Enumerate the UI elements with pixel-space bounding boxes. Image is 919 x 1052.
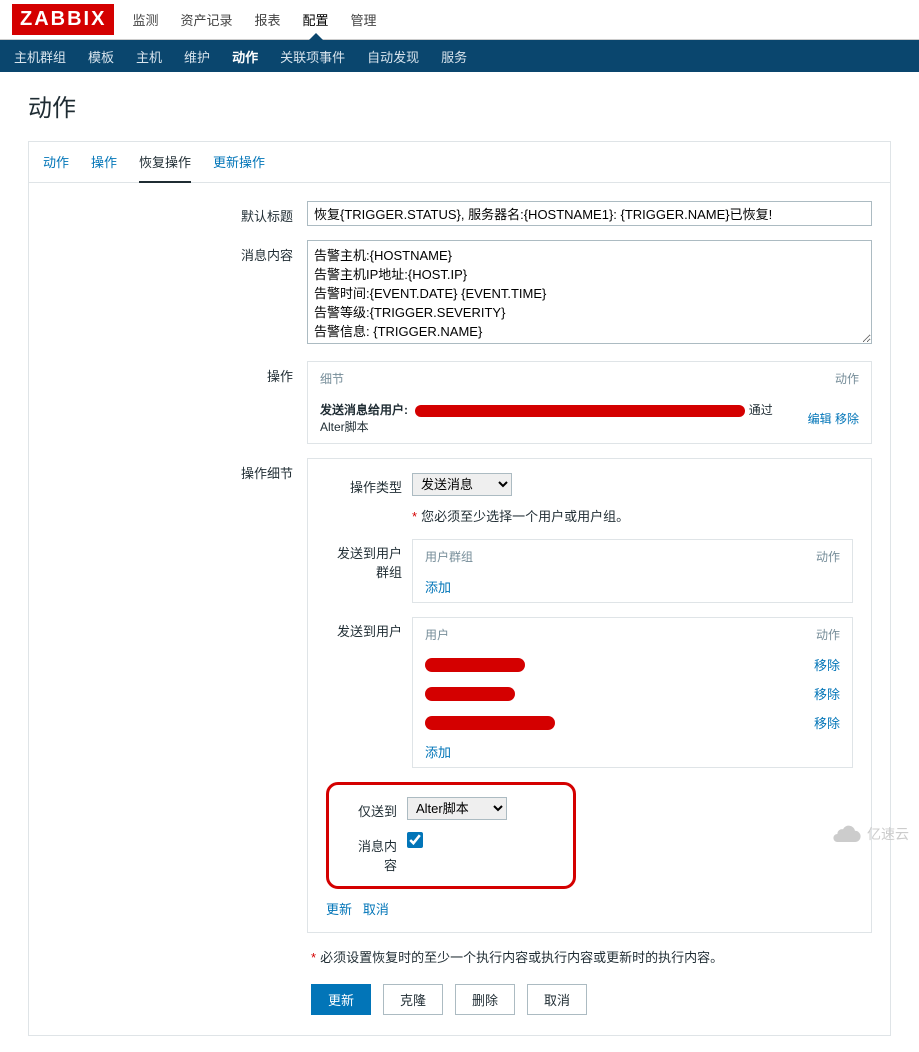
col-action-u: 动作	[748, 620, 850, 649]
subnav-hostgroups[interactable]: 主机群组	[14, 47, 66, 66]
tab-recovery[interactable]: 恢复操作	[139, 142, 191, 183]
user-row: 移除	[415, 651, 850, 678]
subnav-services[interactable]: 服务	[441, 47, 467, 66]
page-content: 动作 动作 操作 恢复操作 更新操作 默认标题 消息内容 告警主机:{HOSTN…	[0, 72, 919, 1052]
delete-button[interactable]: 删除	[455, 984, 515, 1015]
logo: ZABBIX	[12, 4, 114, 35]
ops-row-prefix: 发送消息给用户:	[320, 403, 412, 417]
required-note: 必须设置恢复时的至少一个执行内容或执行内容或更新时的执行内容。	[320, 950, 723, 965]
top-nav: 监测 资产记录 报表 配置 管理	[132, 0, 376, 39]
message-label: 消息内容	[47, 240, 307, 347]
tabs: 动作 操作 恢复操作 更新操作	[29, 142, 890, 183]
user-required-hint: 您必须至少选择一个用户或用户组。	[421, 509, 629, 524]
ops-label: 操作	[47, 361, 307, 444]
watermark: 亿速云	[831, 824, 909, 844]
default-title-label: 默认标题	[47, 201, 307, 226]
topnav-reports[interactable]: 报表	[254, 0, 280, 39]
highlight-box: 仅送到 Alter脚本 消息内容	[326, 782, 576, 889]
op-type-label: 操作类型	[326, 473, 412, 496]
remove-user-1[interactable]: 移除	[814, 658, 840, 673]
cloud-icon	[831, 824, 863, 844]
row-message: 消息内容 告警主机:{HOSTNAME} 告警主机IP地址:{HOST.IP} …	[47, 240, 872, 347]
cancel-button[interactable]: 取消	[527, 984, 587, 1015]
topnav-monitor[interactable]: 监测	[132, 0, 158, 39]
tab-action[interactable]: 动作	[43, 142, 69, 182]
required-note-row: * 必须设置恢复时的至少一个执行内容或执行内容或更新时的执行内容。	[311, 947, 872, 966]
config-panel: 动作 操作 恢复操作 更新操作 默认标题 消息内容 告警主机:{HOSTNAME…	[28, 141, 891, 1036]
ops-table: 细节 动作 发送消息给用户: 通过 Alter脚本 编辑 移除	[307, 361, 872, 444]
remove-user-2[interactable]: 移除	[814, 687, 840, 702]
ops-col-action: 动作	[798, 364, 869, 393]
update-button[interactable]: 更新	[311, 984, 371, 1015]
redacted-recipients	[415, 405, 745, 417]
ops-remove-link[interactable]: 移除	[835, 412, 859, 426]
page-title: 动作	[28, 88, 891, 123]
details-box: 操作类型 发送消息 * 您必须至少选择一个用户或用户组。 发送到用户群组	[307, 458, 872, 933]
row-ops: 操作 细节 动作 发送消息给用户: 通过 Alter脚本 编辑	[47, 361, 872, 444]
op-type-select[interactable]: 发送消息	[412, 473, 512, 496]
only-send-label: 仅送到	[347, 797, 407, 820]
tab-update[interactable]: 更新操作	[213, 142, 265, 182]
details-label: 操作细节	[47, 458, 307, 933]
ops-col-detail: 细节	[310, 364, 796, 393]
add-user-link[interactable]: 添加	[425, 745, 451, 760]
msg-content-checkbox[interactable]	[407, 832, 423, 848]
topnav-admin[interactable]: 管理	[351, 0, 377, 39]
drow-send-group: 发送到用户群组 用户群组 动作 添加	[326, 539, 853, 603]
user-row: 移除	[415, 709, 850, 736]
subnav-discovery[interactable]: 自动发现	[367, 47, 419, 66]
user-row: 移除	[415, 680, 850, 707]
watermark-text: 亿速云	[867, 824, 909, 844]
send-user-label: 发送到用户	[326, 617, 412, 640]
tab-operation[interactable]: 操作	[91, 142, 117, 182]
topnav-inventory[interactable]: 资产记录	[180, 0, 232, 39]
subnav-hosts[interactable]: 主机	[136, 47, 162, 66]
drow-op-type: 操作类型 发送消息 * 您必须至少选择一个用户或用户组。	[326, 473, 853, 525]
row-details: 操作细节 操作类型 发送消息 *您必须至少选择一个用户或用户组。 发送到用户群	[47, 458, 872, 933]
message-textarea[interactable]: 告警主机:{HOSTNAME} 告警主机IP地址:{HOST.IP} 告警时间:…	[307, 240, 872, 344]
ops-row: 发送消息给用户: 通过 Alter脚本 编辑 移除	[310, 395, 869, 441]
button-row: 更新 克隆 删除 取消	[311, 984, 872, 1015]
drow-msg-content: 消息内容	[347, 832, 555, 874]
col-action-g: 动作	[680, 542, 850, 571]
required-star-icon-2: *	[311, 950, 316, 965]
default-title-input[interactable]	[307, 201, 872, 226]
clone-button[interactable]: 克隆	[383, 984, 443, 1015]
add-usergroup-link[interactable]: 添加	[425, 580, 451, 595]
subnav-actions[interactable]: 动作	[232, 47, 258, 66]
remove-user-3[interactable]: 移除	[814, 716, 840, 731]
details-cancel-link[interactable]: 取消	[363, 902, 389, 917]
row-default-title: 默认标题	[47, 201, 872, 226]
msg-content-label: 消息内容	[347, 832, 407, 874]
redacted-user-2	[425, 687, 515, 701]
user-table: 用户 动作 移除 移除	[412, 617, 853, 768]
redacted-user-3	[425, 716, 555, 730]
topnav-config[interactable]: 配置	[303, 0, 329, 39]
subnav-maintenance[interactable]: 维护	[184, 47, 210, 66]
send-group-label: 发送到用户群组	[326, 539, 412, 581]
details-update-link[interactable]: 更新	[326, 902, 352, 917]
col-usergroup: 用户群组	[415, 542, 678, 571]
ops-edit-link[interactable]: 编辑	[808, 412, 832, 426]
usergroup-table: 用户群组 动作 添加	[412, 539, 853, 603]
drow-send-user: 发送到用户 用户 动作 移除	[326, 617, 853, 768]
redacted-user-1	[425, 658, 525, 672]
sub-nav: 主机群组 模板 主机 维护 动作 关联项事件 自动发现 服务	[0, 40, 919, 72]
col-user: 用户	[415, 620, 746, 649]
only-send-select[interactable]: Alter脚本	[407, 797, 507, 820]
drow-only-send: 仅送到 Alter脚本	[347, 797, 555, 820]
subnav-templates[interactable]: 模板	[88, 47, 114, 66]
subnav-correlation[interactable]: 关联项事件	[280, 47, 345, 66]
required-star-icon: *	[412, 509, 417, 524]
top-bar: ZABBIX 监测 资产记录 报表 配置 管理	[0, 0, 919, 40]
